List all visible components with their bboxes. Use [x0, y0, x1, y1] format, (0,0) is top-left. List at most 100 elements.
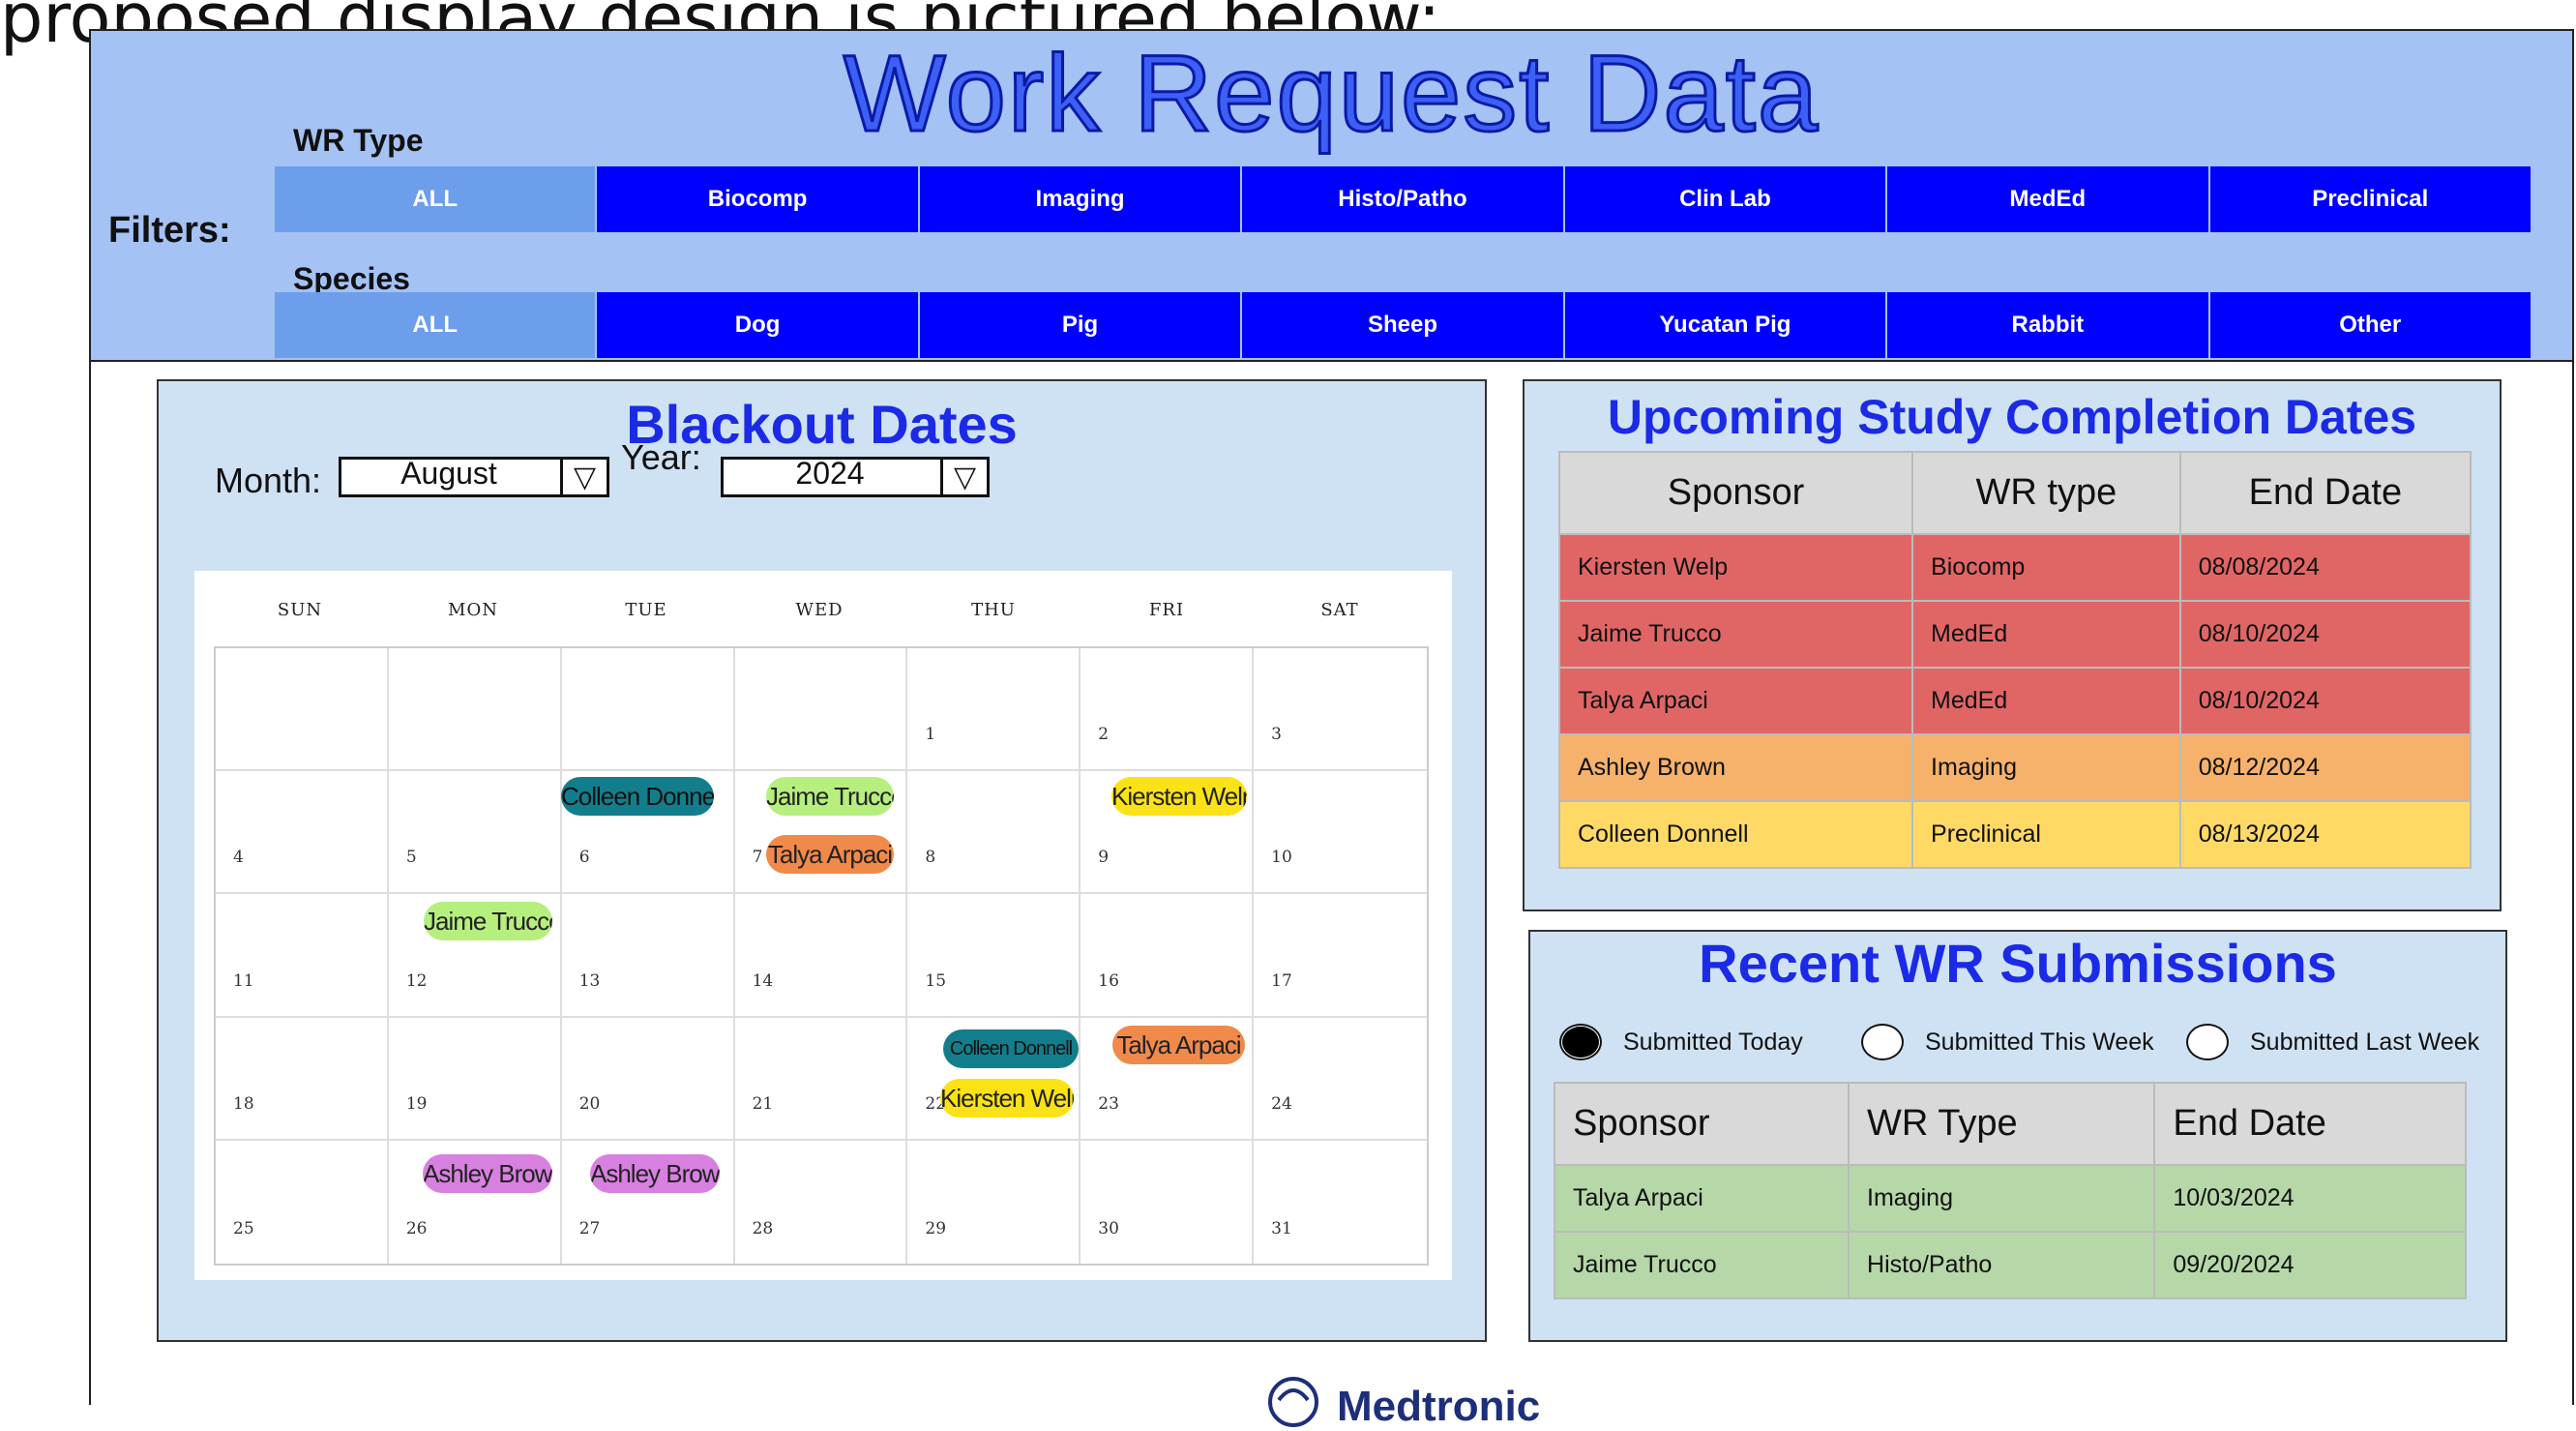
upcoming-completion-title: Upcoming Study Completion Dates: [1607, 390, 2417, 444]
table-cell: 10/03/2024: [2153, 1164, 2467, 1233]
calendar-day-number: 2: [1098, 725, 1110, 745]
table-row[interactable]: Talya Arpaci MedEd 08/10/2024: [1557, 667, 2472, 735]
table-row[interactable]: Ashley Brown Imaging 08/12/2024: [1557, 733, 2472, 802]
table-cell: MedEd: [1911, 667, 2181, 735]
calendar-day-cell[interactable]: 1: [907, 648, 1081, 772]
calendar-day-cell[interactable]: 13: [561, 894, 735, 1018]
weekday-wed: WED: [795, 600, 844, 620]
calendar-day-cell[interactable]: 21: [734, 1017, 908, 1141]
submission-period-radio-group: Submitted Today Submitted This Week Subm…: [1559, 1024, 2488, 1072]
table-cell: 09/20/2024: [2153, 1231, 2467, 1299]
weekday-thu: THU: [971, 600, 1016, 620]
column-header-end-date: End Date: [2178, 451, 2472, 535]
blackout-event[interactable]: Kiersten Welp: [940, 1079, 1074, 1118]
species-filter-yucatan-pig[interactable]: Yucatan Pig: [1564, 292, 1888, 358]
species-filter-all[interactable]: ALL: [275, 292, 598, 358]
page-title: Work Request Data: [842, 32, 1821, 156]
table-header-row: Sponsor WR Type End Date: [1553, 1082, 2467, 1166]
calendar-day-cell[interactable]: 17: [1254, 894, 1427, 1018]
table-cell: Biocomp: [1911, 533, 2181, 602]
calendar-day-cell[interactable]: 15: [907, 894, 1081, 1018]
table-cell: Colleen Donnell: [1557, 800, 1914, 869]
calendar-day-cell[interactable]: 30: [1081, 1140, 1255, 1264]
weekday-sun: SUN: [277, 600, 323, 620]
calendar-day-cell[interactable]: 29: [907, 1140, 1081, 1264]
calendar-day-number: 26: [405, 1218, 428, 1238]
radio-label: Submitted This Week: [1925, 1028, 2154, 1056]
wr-type-filter-histo-patho[interactable]: Histo/Patho: [1242, 166, 1565, 232]
year-select[interactable]: 2024 ▽: [721, 456, 990, 497]
blackout-event[interactable]: Colleen Donnell: [561, 777, 714, 816]
calendar-day-cell[interactable]: 2: [1081, 648, 1255, 772]
month-select[interactable]: August ▽: [339, 456, 609, 497]
table-cell: 08/10/2024: [2178, 667, 2472, 735]
column-header-sponsor: Sponsor: [1553, 1082, 1851, 1166]
table-row[interactable]: Jaime Trucco Histo/Patho 09/20/2024: [1553, 1231, 2467, 1299]
calendar-day-cell[interactable]: [216, 648, 389, 772]
calendar-day-cell[interactable]: [561, 648, 735, 772]
wr-type-filter-all[interactable]: ALL: [275, 166, 598, 232]
calendar-day-cell[interactable]: 25: [216, 1140, 389, 1264]
calendar-day-cell[interactable]: 4: [216, 771, 389, 895]
blackout-event[interactable]: Talya Arpaci: [1112, 1026, 1245, 1064]
blackout-event[interactable]: Kiersten Welp: [1111, 777, 1247, 816]
calendar-day-cell[interactable]: 20: [561, 1017, 735, 1141]
calendar-day-cell[interactable]: [734, 648, 908, 772]
table-row[interactable]: Kiersten Welp Biocomp 08/08/2024: [1557, 533, 2472, 602]
species-filter-other[interactable]: Other: [2209, 292, 2531, 358]
calendar-day-cell[interactable]: 10: [1254, 771, 1427, 895]
calendar-day-number: 15: [925, 970, 947, 991]
wr-type-filter-imaging[interactable]: Imaging: [919, 166, 1243, 232]
radio-submitted-this-week[interactable]: Submitted This Week: [1861, 1024, 2154, 1060]
table-row[interactable]: Jaime Trucco MedEd 08/10/2024: [1557, 600, 2472, 669]
radio-submitted-last-week[interactable]: Submitted Last Week: [2186, 1024, 2479, 1060]
calendar-day-number: 28: [752, 1218, 774, 1238]
calendar-day-cell[interactable]: 11: [216, 894, 389, 1018]
species-filter-dog[interactable]: Dog: [597, 292, 920, 358]
species-filter-sheep[interactable]: Sheep: [1242, 292, 1565, 358]
calendar-day-cell[interactable]: 8: [907, 771, 1081, 895]
table-cell: 08/08/2024: [2178, 533, 2472, 602]
species-filter-pig[interactable]: Pig: [919, 292, 1243, 358]
calendar-day-cell[interactable]: 16: [1081, 894, 1255, 1018]
wr-type-filter-meded[interactable]: MedEd: [1887, 166, 2210, 232]
calendar-day-number: 29: [925, 1218, 947, 1238]
calendar-day-cell[interactable]: 24: [1254, 1018, 1427, 1141]
header: Work Request Data Filters: WR Type ALL B…: [91, 31, 2572, 362]
calendar-day-cell[interactable]: 5: [388, 771, 562, 895]
weekday-sat: SAT: [1320, 600, 1359, 620]
calendar-day-cell[interactable]: 31: [1254, 1141, 1427, 1264]
calendar-day-cell[interactable]: 3: [1254, 648, 1427, 772]
weekday-tue: TUE: [625, 600, 667, 620]
table-row[interactable]: Talya Arpaci Imaging 10/03/2024: [1553, 1164, 2467, 1233]
blackout-event[interactable]: Talya Arpaci: [766, 835, 894, 874]
radio-submitted-today[interactable]: Submitted Today: [1559, 1024, 1803, 1060]
year-label: Year:: [621, 437, 701, 477]
wr-type-filter-row: ALL Biocomp Imaging Histo/Patho Clin Lab…: [275, 166, 2531, 232]
blackout-event[interactable]: Ashley Brown: [423, 1154, 552, 1193]
table-cell: 08/10/2024: [2178, 600, 2472, 669]
wr-type-filter-preclinical[interactable]: Preclinical: [2209, 166, 2531, 232]
wr-type-filter-clin-lab[interactable]: Clin Lab: [1564, 166, 1888, 232]
species-filter-rabbit[interactable]: Rabbit: [1887, 292, 2210, 358]
blackout-event[interactable]: Colleen Donnell: [943, 1029, 1079, 1068]
calendar-day-number: 23: [1098, 1093, 1119, 1114]
calendar-day-cell[interactable]: 14: [734, 894, 908, 1018]
blackout-event[interactable]: Ashley Brown: [590, 1154, 720, 1193]
weekday-fri: FRI: [1148, 600, 1185, 620]
wr-type-filter-biocomp[interactable]: Biocomp: [597, 166, 920, 232]
calendar-day-cell[interactable]: [388, 648, 562, 772]
radio-selected-icon: [1559, 1024, 1602, 1060]
calendar-day-number: 10: [1271, 848, 1292, 868]
calendar-day-number: 25: [233, 1218, 254, 1238]
calendar-day-cell[interactable]: 19: [388, 1017, 562, 1141]
radio-label: Submitted Last Week: [2250, 1028, 2480, 1056]
blackout-event[interactable]: Jaime Trucco: [766, 777, 894, 816]
calendar-day-cell[interactable]: 18: [216, 1017, 389, 1141]
blackout-event[interactable]: Jaime Trucco: [424, 902, 552, 940]
table-row[interactable]: Colleen Donnell Preclinical 08/13/2024: [1557, 800, 2472, 869]
calendar-day-number: 19: [405, 1093, 428, 1114]
table-cell: Talya Arpaci: [1557, 667, 1914, 735]
column-header-sponsor: Sponsor: [1557, 451, 1914, 535]
calendar-day-cell[interactable]: 28: [735, 1140, 908, 1264]
